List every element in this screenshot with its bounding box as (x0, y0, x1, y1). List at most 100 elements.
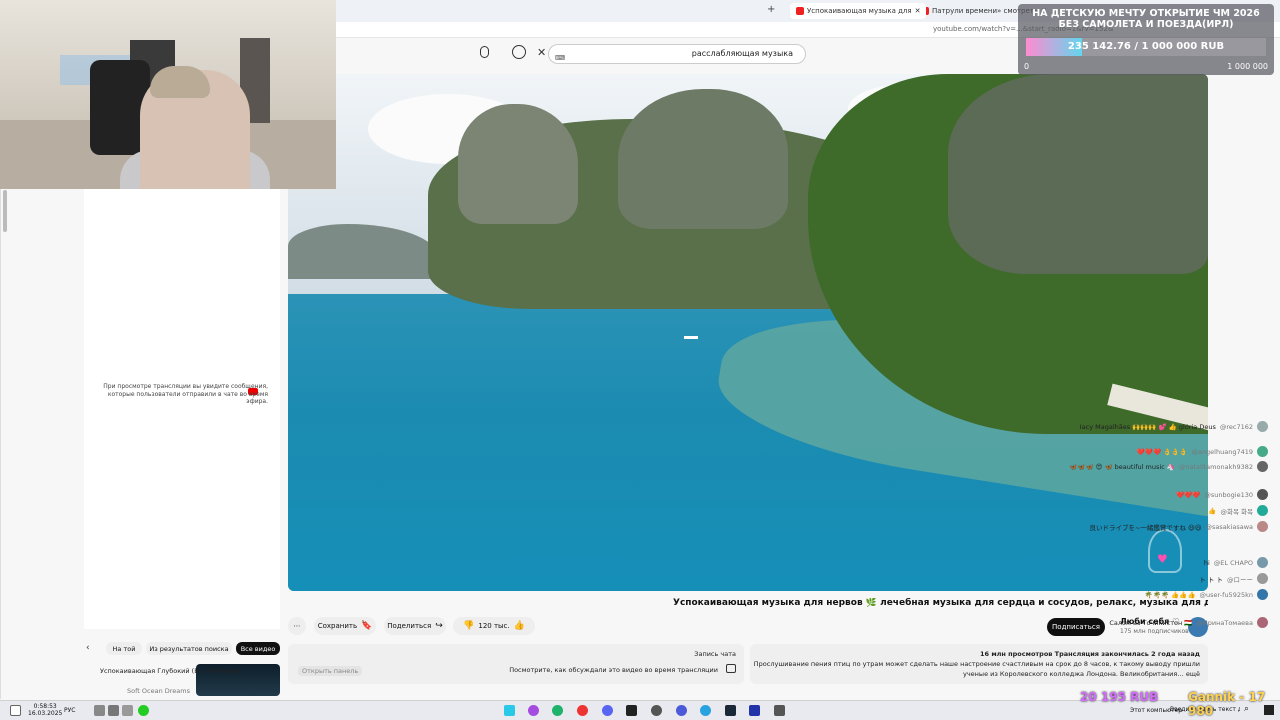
like-dislike-group: 👎 120 тыс. 👍 (453, 617, 535, 635)
avatar[interactable] (1257, 421, 1268, 432)
app-icon[interactable] (504, 705, 515, 716)
chat-author[interactable]: @화목 화목 (1221, 506, 1254, 516)
chat-message[interactable]: ト ト ト @ローー (1199, 573, 1268, 584)
chat-text: 🌴🌴🌴 👍👍👍 (1144, 590, 1196, 599)
youtube-icon (796, 7, 804, 15)
avatar[interactable] (1257, 617, 1268, 628)
app-icon[interactable] (626, 705, 637, 716)
share-icon: ↪ (435, 621, 443, 631)
channel-subscribers: 175 млн подписчиков (1120, 628, 1189, 635)
save-button[interactable]: Сохранить 🔖 (314, 617, 376, 635)
description-text: ученые из Королевского колледжа Лондона.… (963, 670, 1200, 678)
chat-text: ト ト ト (1199, 575, 1223, 584)
settings-icon[interactable] (651, 705, 662, 716)
network-icon[interactable] (108, 705, 119, 716)
chat-author[interactable]: @sasakiasawa (1206, 523, 1253, 531)
chat-message[interactable]: Iacy Magalhães 🙌🙌🙌 💕 👍 glória Deus @rec7… (1080, 421, 1268, 432)
heart-icon: ♥ (1157, 552, 1168, 566)
video-title: Успокаивающая музыка для нервов 🌿 лечебн… (673, 598, 1208, 608)
chat-author[interactable]: @ИринаТомаева (1196, 619, 1253, 627)
chat-text: Iacy Magalhães 🙌🙌🙌 💕 👍 glória Deus (1079, 422, 1216, 431)
telegram-icon[interactable] (700, 705, 711, 716)
avatar[interactable] (1257, 461, 1268, 472)
donation-total: 20 195 RUB (1080, 690, 1159, 704)
goal-progress-bar: 235 142.76 / 1 000 000 RUB (1026, 38, 1266, 56)
chat-message[interactable]: 🦋🦋🦋 😍 🦋 beautiful music 🦄 @natalitamonak… (1069, 461, 1268, 472)
share-button[interactable]: Поделиться ↪ (384, 617, 446, 635)
chat-text: 良いドライブを~一緒鑑賞ですね 😃😃 (1089, 523, 1202, 532)
avatar[interactable] (1257, 489, 1268, 500)
mic-icon[interactable] (480, 46, 489, 58)
search-icon[interactable] (512, 45, 526, 59)
new-tab-icon[interactable]: + (767, 4, 775, 15)
open-panel-button[interactable]: Открыть панель (298, 666, 363, 676)
discord-icon[interactable] (602, 705, 613, 716)
chat-author[interactable]: @ローー (1227, 574, 1253, 584)
search-input[interactable]: ⌨ расслабляющая музыка (548, 44, 806, 64)
more-icon: ⋯ (293, 622, 301, 630)
webcam-overlay (0, 0, 336, 189)
browser-icon[interactable] (552, 705, 563, 716)
avatar[interactable] (1257, 589, 1268, 600)
app-icon[interactable] (676, 705, 687, 716)
video-player[interactable]: ♥ (288, 74, 1208, 591)
tray-icon[interactable] (122, 705, 133, 716)
avatar[interactable] (1257, 446, 1268, 457)
chat-text: Салом аз Точикистон 🇹🇯 (1109, 618, 1193, 627)
notification-icon[interactable] (10, 705, 21, 716)
chat-author[interactable]: @angelhuang7419 (1191, 448, 1253, 456)
chat-message[interactable]: Салом аз Точикистон 🇹🇯 @ИринаТомаева (1109, 617, 1268, 628)
tab-all-videos[interactable]: Все видео (236, 642, 280, 655)
tab-more[interactable]: На той (106, 642, 142, 655)
like-count[interactable]: 120 тыс. (478, 622, 509, 630)
description-stats: 16 млн просмотров Трансляция закончилась… (980, 650, 1200, 658)
chat-author[interactable]: @natalitamonakh9382 (1179, 463, 1253, 471)
recommended-title[interactable]: Успокаивающая Глубокий (Без Рекламы) (100, 667, 241, 675)
steam-icon[interactable] (725, 705, 736, 716)
clock[interactable]: 0:58:53 16.03.2025 (28, 703, 62, 717)
chat-author[interactable]: @EL CHAPO (1214, 559, 1253, 567)
chat-record-title: Запись чата (694, 650, 736, 658)
avatar[interactable] (1257, 521, 1268, 532)
dislike-icon[interactable]: 👎 (463, 621, 474, 631)
tray-status-icon[interactable] (138, 705, 149, 716)
recommended-channel[interactable]: Soft Ocean Dreams (100, 687, 190, 695)
chat-message[interactable]: ❤️❤️❤️ @sunbogie130 (1176, 489, 1268, 500)
description-box[interactable]: 16 млн просмотров Трансляция закончилась… (750, 644, 1208, 684)
chat-author[interactable]: @rec7162 (1220, 423, 1253, 431)
chat-message[interactable]: 良いドライブを~一緒鑑賞ですね 😃😃 @sasakiasawa (1089, 521, 1268, 532)
app-icon[interactable] (577, 705, 588, 716)
language-indicator[interactable]: РУС (64, 707, 75, 714)
goal-min: 0 (1024, 62, 1030, 71)
search-value: расслабляющая музыка (691, 49, 793, 58)
avatar[interactable] (1257, 505, 1268, 516)
speaker-icon[interactable] (94, 705, 105, 716)
chat-message[interactable]: ❤️❤️❤️ 👌👌👌 @angelhuang7419 (1137, 446, 1268, 457)
browser-tab-2[interactable]: Успокаивающая музыка для ✕ (790, 3, 927, 19)
subscribe-button[interactable]: Подписаться (1047, 618, 1105, 636)
app-icon[interactable] (749, 705, 760, 716)
video-cliff (458, 104, 578, 224)
chat-message[interactable]: hi @EL CHAPO (1204, 557, 1268, 568)
goal-title: НА ДЕТСКУЮ МЕЧТУ ОТКРЫТИЕ ЧМ 2026 БЕЗ СА… (1032, 8, 1260, 30)
more-actions-button[interactable]: ⋯ (288, 617, 306, 635)
chat-author[interactable]: @user-fu5925kn (1200, 591, 1253, 599)
chat-message[interactable]: 🌴🌴🌴 👍👍👍 @user-fu5925kn (1145, 589, 1268, 600)
app-icon[interactable] (774, 705, 785, 716)
donation-goal-widget: НА ДЕТСКУЮ МЕЧТУ ОТКРЫТИЕ ЧМ 2026 БЕЗ СА… (1018, 4, 1274, 75)
chat-message[interactable]: 👍 @화목 화목 (1208, 505, 1268, 516)
keyboard-icon[interactable]: ⌨ (555, 49, 565, 67)
chat-author[interactable]: @sunbogie130 (1204, 491, 1253, 499)
avatar[interactable] (1257, 573, 1268, 584)
chat-text: ❤️❤️❤️ (1176, 490, 1201, 499)
close-icon[interactable]: ✕ (537, 46, 546, 59)
like-icon[interactable]: 👍 (514, 621, 525, 631)
bookmark-icon: 🔖 (361, 621, 373, 631)
tab-search-results[interactable]: Из результатов поиска (146, 642, 232, 655)
close-icon[interactable]: ✕ (915, 7, 921, 15)
share-label: Поделиться (387, 622, 432, 630)
avatar[interactable] (1257, 557, 1268, 568)
chevron-left-icon[interactable]: ‹ (86, 643, 90, 653)
scrollbar[interactable] (3, 190, 7, 232)
app-icon[interactable] (528, 705, 539, 716)
